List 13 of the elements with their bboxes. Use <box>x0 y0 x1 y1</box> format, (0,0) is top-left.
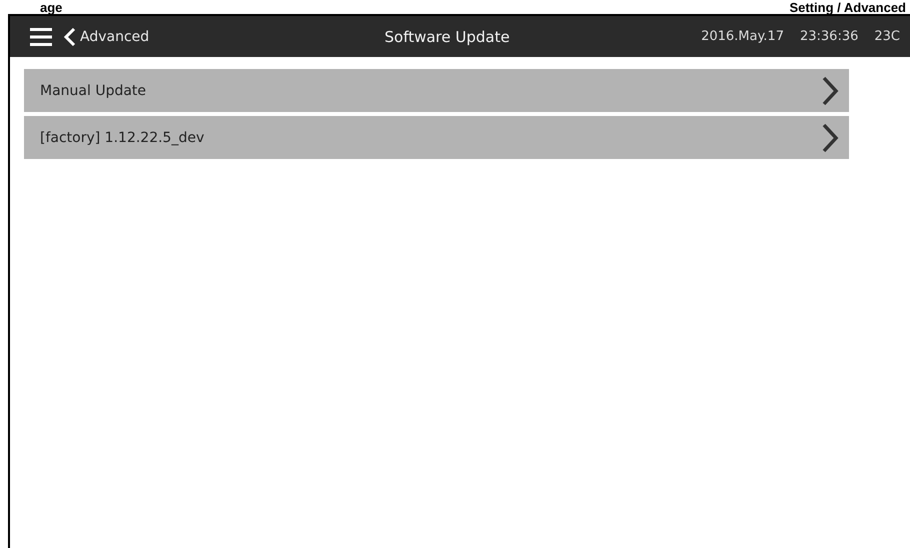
chevron-right-icon <box>821 122 839 152</box>
menu-row[interactable]: [factory] 1.12.22.5_dev <box>24 116 849 159</box>
page-header-text: Setting / Advanced <box>789 1 906 14</box>
date-text: 2016.May.17 <box>701 29 784 44</box>
page-header-text: age <box>40 1 62 14</box>
screen-title: Software Update <box>384 28 511 46</box>
time-text: 23:36:36 <box>800 29 858 44</box>
menu-row[interactable]: Manual Update <box>24 69 849 112</box>
chevron-right-icon <box>821 76 839 106</box>
temperature-text: 23C <box>874 29 900 44</box>
menu-icon[interactable] <box>30 28 52 46</box>
chevron-left-icon <box>64 28 76 46</box>
back-button[interactable]: Advanced <box>64 28 150 46</box>
